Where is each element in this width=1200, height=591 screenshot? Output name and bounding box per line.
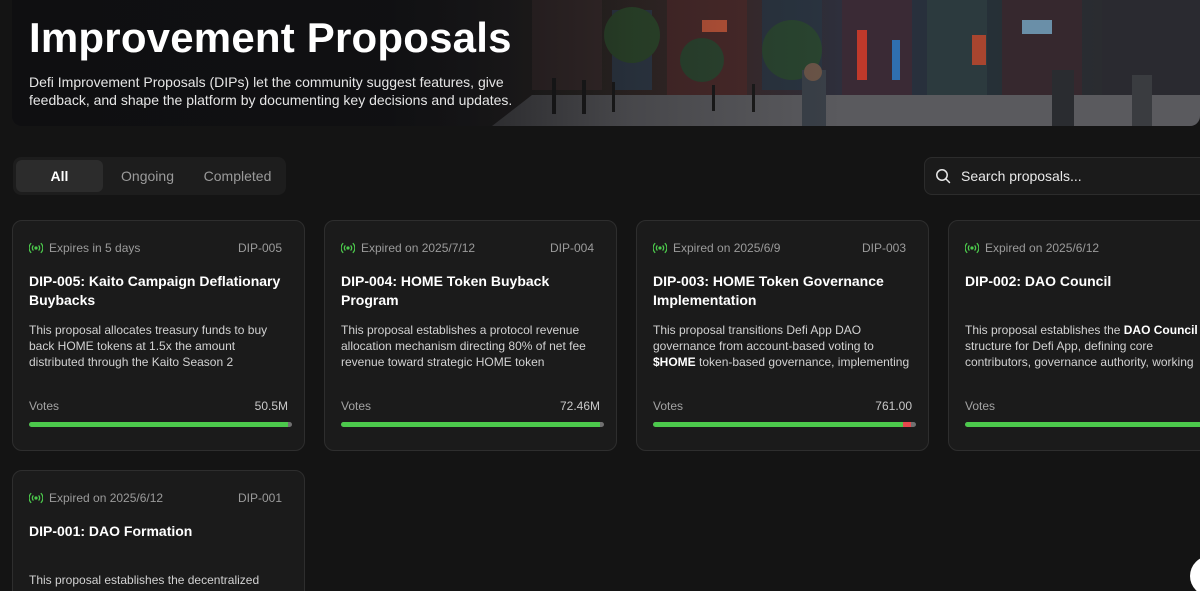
tab-completed[interactable]: Completed [192, 160, 283, 192]
filter-tabs: All Ongoing Completed [13, 157, 286, 195]
broadcast-signal-icon [29, 492, 43, 504]
votes-label: Votes [965, 399, 996, 413]
votes-count: 50.5M [254, 399, 288, 413]
page-title: Improvement Proposals [29, 14, 512, 61]
status-text: Expired on 2025/6/9 [673, 241, 781, 255]
card-header: Expires in 5 days DIP-005 [29, 240, 282, 256]
status-text: Expired on 2025/6/12 [49, 491, 164, 505]
votes-count: 761.00 [875, 399, 912, 413]
broadcast-signal-icon [29, 242, 43, 254]
votes-row: Votes 72.46M [341, 399, 600, 413]
votes-for-fill [341, 422, 601, 427]
search-icon [936, 169, 951, 184]
broadcast-signal-icon [653, 242, 667, 254]
card-header: Expired on 2025/6/12 DIP-0 [965, 240, 1200, 256]
proposal-status: Expired on 2025/6/12 [29, 491, 163, 505]
votes-for-fill [29, 422, 289, 427]
votes-for-fill [653, 422, 903, 427]
proposal-description: This proposal establishes the DAO Counci… [965, 323, 1198, 369]
proposal-status: Expired on 2025/6/12 [965, 241, 1099, 255]
proposal-title[interactable]: DIP-004: HOME Token Buyback Program [341, 272, 600, 310]
proposal-card-dip-001[interactable]: Expired on 2025/6/12 DIP-001 DIP-001: DA… [12, 470, 305, 591]
votes-against-fill [902, 422, 911, 427]
proposal-id: DIP-003 [861, 241, 906, 255]
proposal-card-dip-005[interactable]: Expires in 5 days DIP-005 DIP-005: Kaito… [12, 220, 305, 451]
proposal-title[interactable]: DIP-001: DAO Formation [29, 522, 288, 541]
votes-label: Votes [29, 399, 60, 413]
tab-ongoing[interactable]: Ongoing [105, 160, 190, 192]
card-header: Expired on 2025/7/12 DIP-004 [341, 240, 594, 256]
votes-row: Votes 2 [965, 399, 1200, 413]
card-header: Expired on 2025/6/12 DIP-001 [29, 490, 282, 506]
proposal-status: Expires in 5 days [29, 241, 140, 255]
broadcast-signal-icon [965, 242, 979, 254]
status-text: Expired on 2025/7/12 [361, 241, 476, 255]
proposal-status: Expired on 2025/6/9 [653, 241, 780, 255]
votes-progress-bar [29, 422, 292, 427]
status-text: Expired on 2025/6/12 [985, 241, 1100, 255]
votes-progress-bar [965, 422, 1200, 427]
votes-count: 72.46M [559, 399, 600, 413]
votes-row: Votes 761.00 [653, 399, 912, 413]
proposal-card-dip-002[interactable]: Expired on 2025/6/12 DIP-0 DIP-002: DAO … [948, 220, 1200, 451]
proposal-id: DIP-005 [237, 241, 282, 255]
votes-row: Votes 50.5M [29, 399, 288, 413]
proposal-card-dip-004[interactable]: Expired on 2025/7/12 DIP-004 DIP-004: HO… [324, 220, 617, 451]
search-box[interactable] [924, 157, 1200, 195]
proposal-description: This proposal allocates treasury funds t… [29, 323, 268, 369]
broadcast-signal-icon [341, 242, 355, 254]
tab-all[interactable]: All [16, 160, 103, 192]
proposal-id: DIP-001 [237, 491, 282, 505]
proposal-title[interactable]: DIP-005: Kaito Campaign Deflationary Buy… [29, 272, 288, 310]
proposal-title[interactable]: DIP-002: DAO Council [965, 272, 1111, 291]
proposal-description: This proposal establishes the decentrali… [29, 573, 260, 587]
votes-for-fill [965, 422, 1200, 427]
card-header: Expired on 2025/6/9 DIP-003 [653, 240, 906, 256]
proposal-id: DIP-004 [549, 241, 594, 255]
votes-label: Votes [653, 399, 684, 413]
proposal-description: This proposal transitions Defi App DAO g… [653, 323, 910, 369]
votes-progress-bar [341, 422, 604, 427]
proposal-card-dip-003[interactable]: Expired on 2025/6/9 DIP-003 DIP-003: HOM… [636, 220, 929, 451]
proposal-status: Expired on 2025/7/12 [341, 241, 475, 255]
search-input[interactable] [961, 168, 1191, 184]
proposal-title[interactable]: DIP-003: HOME Token Governance Implement… [653, 272, 912, 310]
page: Improvement Proposals Defi Improvement P… [0, 0, 1200, 591]
votes-progress-bar [653, 422, 916, 427]
proposal-description: This proposal establishes a protocol rev… [341, 323, 586, 369]
status-text: Expires in 5 days [49, 241, 141, 255]
floating-action-button[interactable] [1190, 556, 1200, 591]
hero-banner: Improvement Proposals Defi Improvement P… [12, 0, 1200, 126]
votes-label: Votes [341, 399, 372, 413]
page-description: Defi Improvement Proposals (DIPs) let th… [29, 74, 513, 108]
